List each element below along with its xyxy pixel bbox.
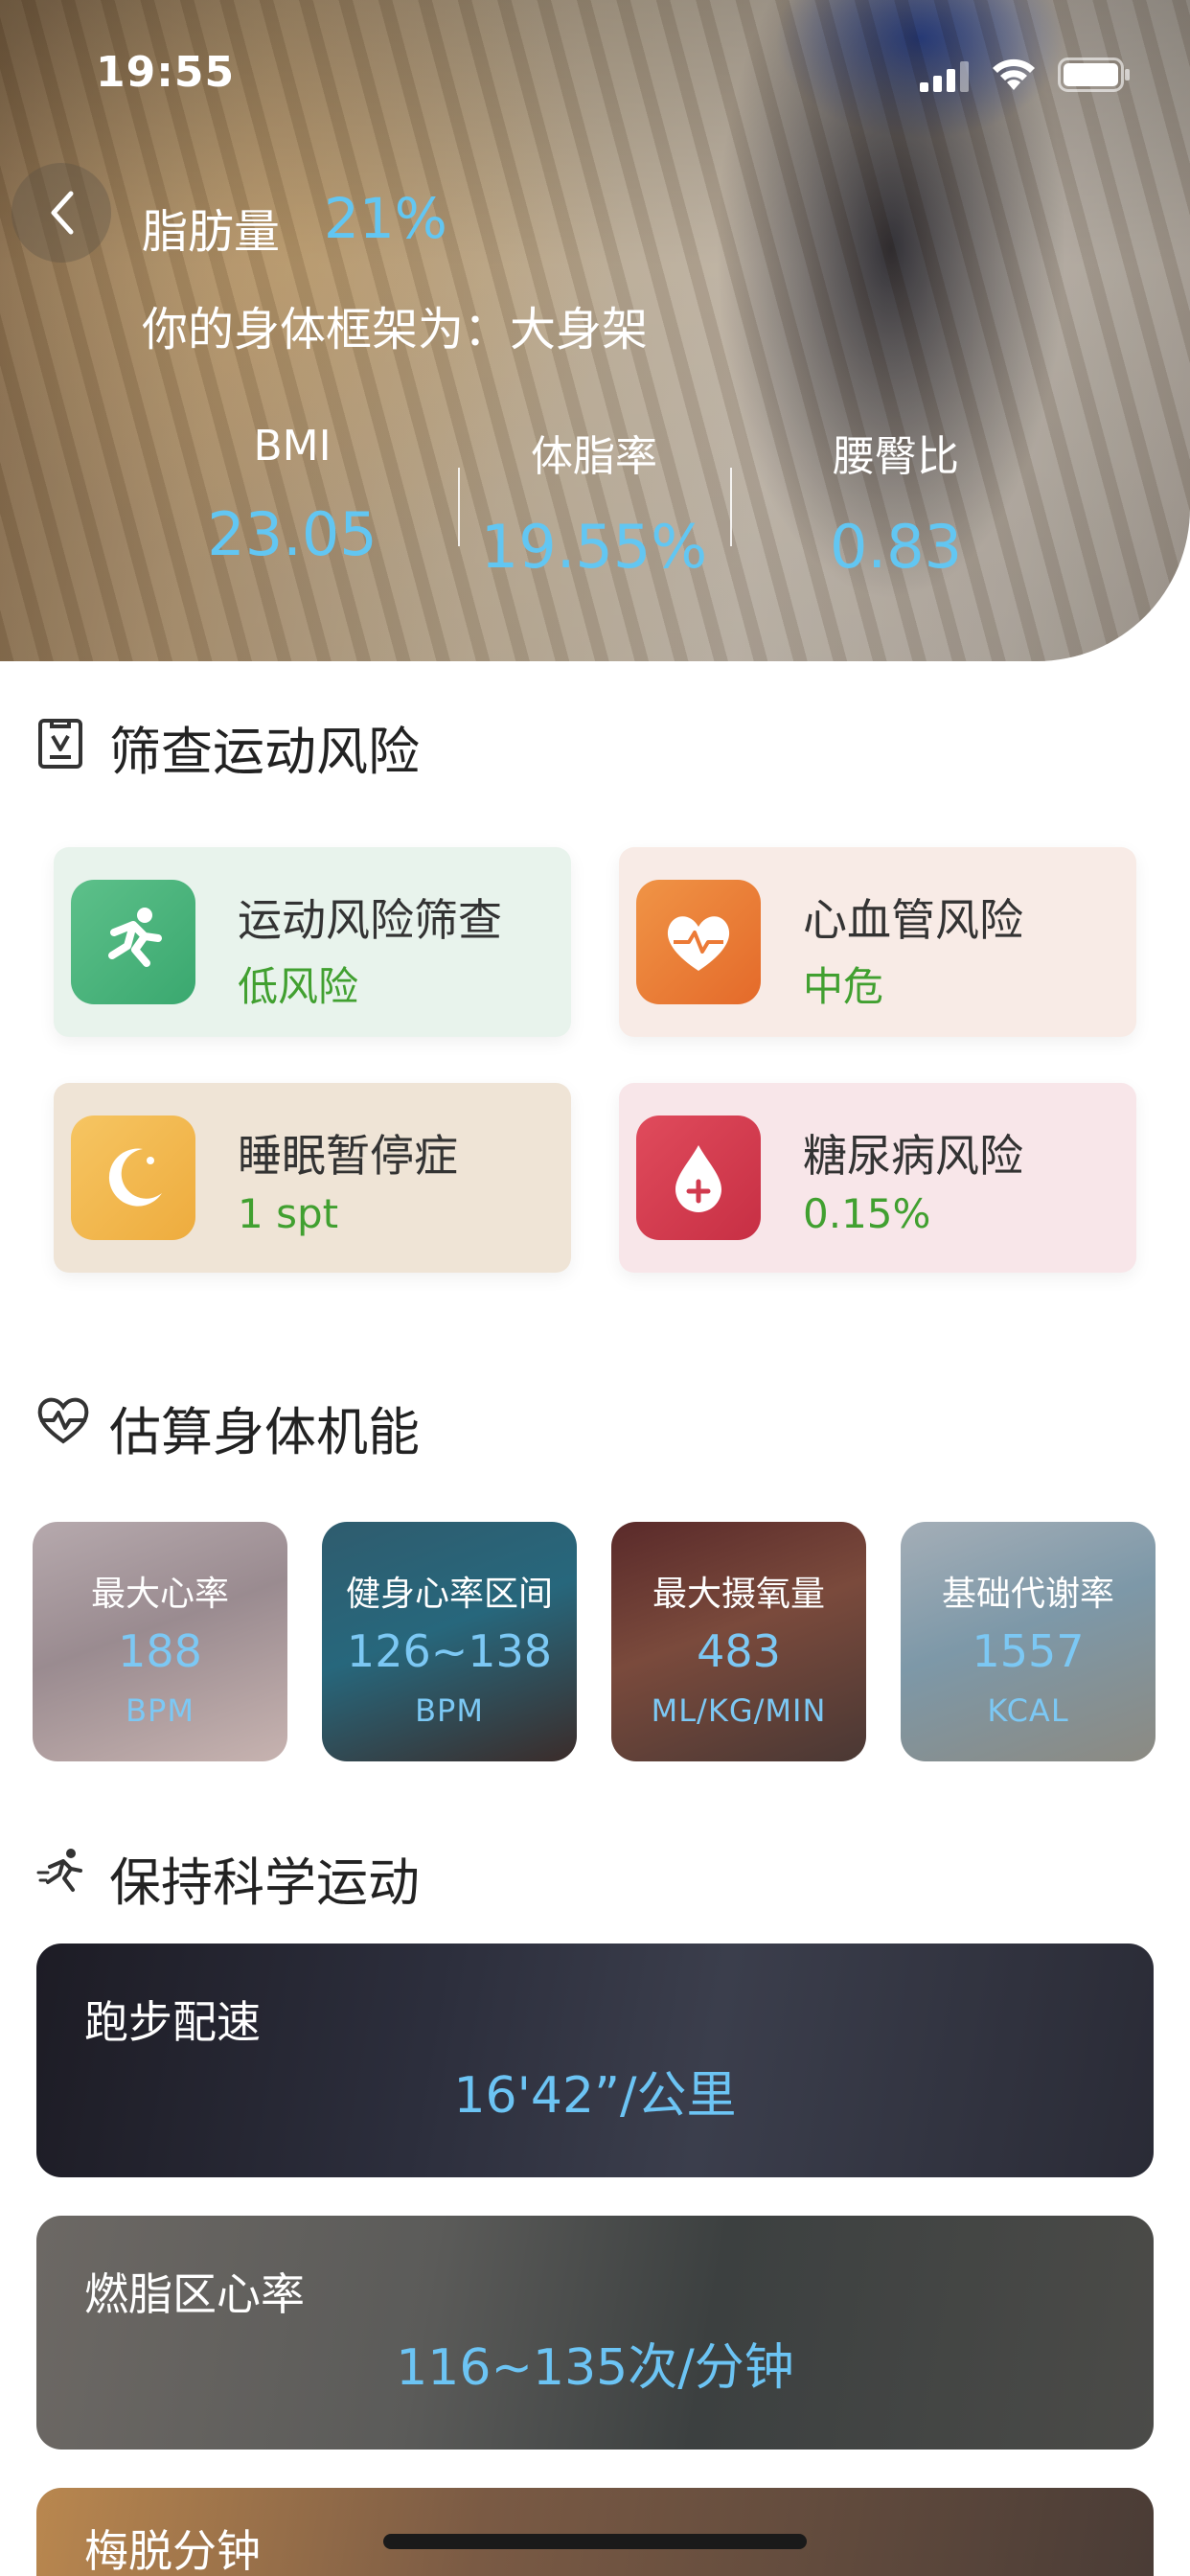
status-bar: 19:55	[0, 0, 1190, 144]
risk-name: 运动风险筛查	[238, 894, 502, 946]
risk-card-sleep-apnea[interactable]: 睡眠暂停症 1 spt	[54, 1083, 571, 1273]
metric-waist-hip-ratio: 腰臀比 0.83	[771, 422, 1020, 582]
metric-bmi: BMI 23.05	[168, 422, 417, 569]
blood-drop-plus-icon	[636, 1116, 761, 1240]
body-frame-text: 你的身体框架为：大身架	[142, 303, 649, 356]
moon-icon	[71, 1116, 195, 1240]
function-unit: BPM	[415, 1692, 484, 1729]
function-title: 最大心率	[90, 1575, 229, 1614]
risk-name: 心血管风险	[803, 894, 1023, 946]
risk-value: 1 spt	[238, 1190, 339, 1237]
fat-mass-label: 脂肪量	[142, 205, 281, 259]
function-section-header: 估算身体机能	[0, 1378, 1190, 1464]
risk-card-exercise[interactable]: 运动风险筛查 低风险	[54, 847, 571, 1037]
section-title: 保持科学运动	[109, 1852, 420, 1913]
risk-card-diabetes[interactable]: 糖尿病风险 0.15%	[619, 1083, 1136, 1273]
sport-value: 116~135次/分钟	[396, 2339, 794, 2397]
back-button[interactable]	[11, 163, 111, 263]
heartbeat-icon	[37, 1397, 89, 1444]
function-title: 基础代谢率	[941, 1575, 1114, 1614]
sport-section-header: 保持科学运动	[0, 1828, 1190, 1915]
sport-title: 梅脱分钟	[84, 2525, 261, 2576]
chevron-left-icon	[51, 191, 74, 235]
heart-pulse-icon	[636, 880, 761, 1004]
function-value: 188	[118, 1625, 202, 1677]
metric-label: 腰臀比	[833, 432, 959, 481]
function-unit: BPM	[126, 1692, 195, 1729]
function-card-bmr[interactable]: 基础代谢率 1557 KCAL	[901, 1522, 1156, 1761]
fat-mass-value: 21%	[324, 186, 447, 251]
sport-value: 16'42”/公里	[453, 2067, 737, 2125]
risk-card-cardiovascular[interactable]: 心血管风险 中危	[619, 847, 1136, 1037]
sport-title: 跑步配速	[84, 1996, 261, 2048]
risk-value: 低风险	[238, 963, 359, 1010]
metric-value: 23.05	[207, 499, 378, 569]
function-card-max-heart-rate[interactable]: 最大心率 188 BPM	[33, 1522, 287, 1761]
wifi-icon	[993, 58, 1035, 90]
metric-label: 体脂率	[531, 432, 657, 481]
sport-card-running-pace[interactable]: 跑步配速 16'42”/公里	[36, 1944, 1154, 2177]
metric-body-fat-rate: 体脂率 19.55%	[469, 422, 719, 582]
screening-section-header: 筛查运动风险	[0, 698, 1190, 784]
running-person-icon	[36, 1849, 82, 1892]
function-unit: ML/KG/MIN	[651, 1692, 827, 1729]
sport-title: 燃脂区心率	[84, 2268, 305, 2320]
function-value: 1557	[972, 1625, 1085, 1677]
sport-card-fat-burn-hr[interactable]: 燃脂区心率 116~135次/分钟	[36, 2216, 1154, 2450]
function-title: 最大摄氧量	[652, 1575, 825, 1614]
metric-divider	[730, 468, 732, 546]
metric-value: 0.83	[829, 512, 963, 582]
status-time: 19:55	[96, 48, 236, 97]
risk-name: 糖尿病风险	[803, 1130, 1023, 1182]
section-title: 筛查运动风险	[109, 722, 420, 782]
battery-icon	[1058, 58, 1130, 92]
function-value: 126~138	[346, 1625, 553, 1677]
risk-name: 睡眠暂停症	[238, 1130, 458, 1182]
function-card-vo2max[interactable]: 最大摄氧量 483 ML/KG/MIN	[611, 1522, 866, 1761]
function-value: 483	[697, 1625, 781, 1677]
section-title: 估算身体机能	[109, 1402, 420, 1462]
function-card-fitness-hr-zone[interactable]: 健身心率区间 126~138 BPM	[322, 1522, 577, 1761]
function-title: 健身心率区间	[345, 1575, 553, 1614]
function-unit: KCAL	[987, 1692, 1069, 1729]
sport-card-met-minutes[interactable]: 梅脱分钟	[36, 2488, 1154, 2576]
running-person-icon	[71, 880, 195, 1004]
risk-value: 中危	[803, 963, 884, 1010]
metric-divider	[458, 468, 460, 546]
clipboard-icon	[38, 719, 82, 769]
cellular-signal-icon	[920, 61, 969, 92]
metric-value: 19.55%	[480, 512, 708, 582]
risk-value: 0.15%	[803, 1190, 931, 1237]
metric-label: BMI	[253, 422, 332, 471]
home-indicator[interactable]	[383, 2534, 807, 2549]
